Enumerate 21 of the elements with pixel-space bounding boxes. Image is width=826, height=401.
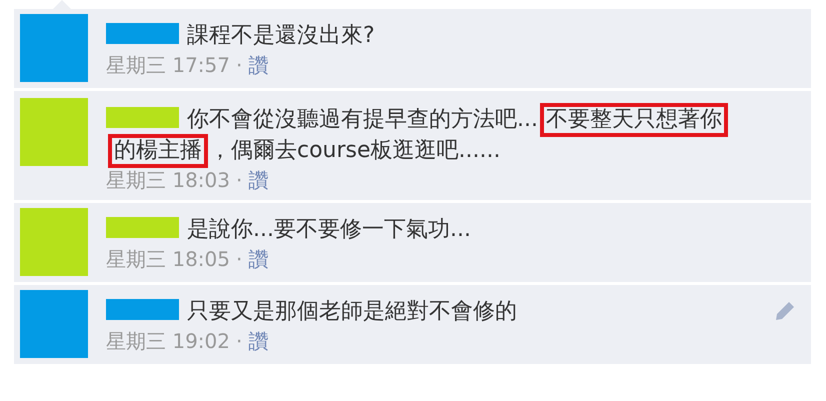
comment-text: 是說你...要不要修一下氣功... xyxy=(106,214,765,245)
avatar[interactable] xyxy=(20,98,88,166)
comment-text: 你不會從沒聽過有提早查的方法吧... 不要整天只想著你 的楊主播 ，偶爾去course板逛逛吧...... xyxy=(106,104,765,166)
comment-text: 只要又是那個老師是絕對不會修的 xyxy=(106,296,765,327)
like-link[interactable]: 讚 xyxy=(248,247,268,271)
timestamp: 星期三 19:02 xyxy=(106,329,230,353)
like-link[interactable]: 讚 xyxy=(248,329,268,353)
separator: · xyxy=(236,329,242,353)
avatar[interactable] xyxy=(20,14,88,82)
like-link[interactable]: 讚 xyxy=(248,53,268,77)
timestamp: 星期三 17:57 xyxy=(106,53,230,77)
comment-text: 課程不是還沒出來? xyxy=(106,20,765,51)
timestamp: 星期三 18:05 xyxy=(106,247,230,271)
pencil-icon[interactable] xyxy=(775,301,795,321)
avatar[interactable] xyxy=(20,290,88,358)
separator: · xyxy=(236,168,242,192)
avatar[interactable] xyxy=(20,208,88,276)
like-link[interactable]: 讚 xyxy=(248,168,268,192)
separator: · xyxy=(236,247,242,271)
timestamp: 星期三 18:03 xyxy=(106,168,230,192)
separator: · xyxy=(236,53,242,77)
